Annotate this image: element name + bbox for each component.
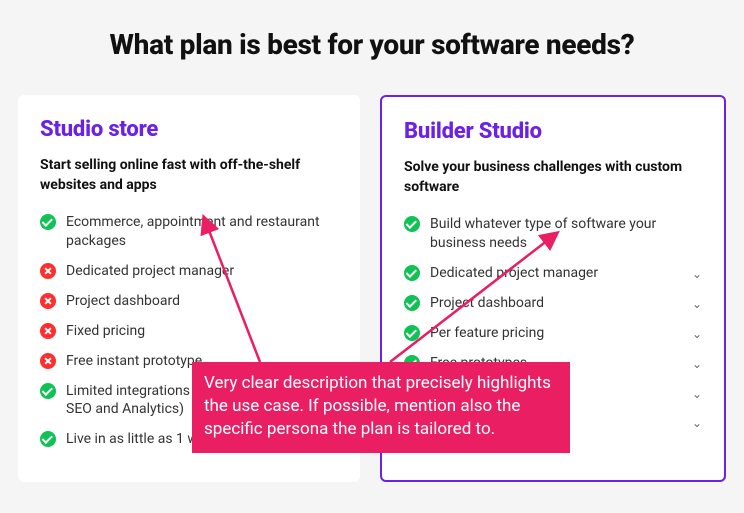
feature-item: Per feature pricing ⌄ bbox=[404, 324, 702, 343]
feature-label: Project dashboard bbox=[430, 294, 682, 313]
annotation-callout: Very clear description that precisely hi… bbox=[192, 362, 570, 453]
annotation-text: Very clear description that precisely hi… bbox=[204, 373, 551, 439]
feature-label: Per feature pricing bbox=[430, 324, 682, 343]
x-icon bbox=[40, 263, 56, 279]
feature-label: Dedicated project manager bbox=[66, 262, 338, 281]
feature-item: Ecommerce, appointment and restaurant pa… bbox=[40, 213, 338, 251]
chevron-down-icon[interactable]: ⌄ bbox=[692, 386, 702, 402]
feature-label: Fixed pricing bbox=[66, 322, 338, 341]
chevron-down-icon[interactable]: ⌄ bbox=[692, 326, 702, 342]
chevron-down-icon[interactable]: ⌄ bbox=[692, 296, 702, 312]
check-icon bbox=[404, 265, 420, 281]
feature-item: Project dashboard ⌄ bbox=[404, 294, 702, 313]
plan-subtitle: Start selling online fast with off-the-s… bbox=[40, 156, 338, 195]
chevron-down-icon[interactable]: ⌄ bbox=[692, 415, 702, 431]
feature-item: Project dashboard bbox=[40, 292, 338, 311]
page-title: What plan is best for your software need… bbox=[0, 28, 744, 61]
x-icon bbox=[40, 293, 56, 309]
feature-label: Ecommerce, appointment and restaurant pa… bbox=[66, 213, 338, 251]
plan-subtitle: Solve your business challenges with cust… bbox=[404, 158, 702, 197]
check-icon bbox=[404, 295, 420, 311]
header: What plan is best for your software need… bbox=[0, 0, 744, 95]
plan-title: Builder Studio bbox=[404, 119, 702, 144]
check-icon bbox=[40, 383, 56, 399]
feature-item: Fixed pricing bbox=[40, 322, 338, 341]
feature-item: Build whatever type of software your bus… bbox=[404, 215, 702, 253]
feature-label: Build whatever type of software your bus… bbox=[430, 215, 702, 253]
feature-item: Dedicated project manager bbox=[40, 262, 338, 281]
x-icon bbox=[40, 323, 56, 339]
plan-title: Studio store bbox=[40, 117, 338, 142]
check-icon bbox=[404, 325, 420, 341]
chevron-down-icon[interactable]: ⌄ bbox=[692, 266, 702, 282]
check-icon bbox=[404, 216, 420, 232]
feature-label: Project dashboard bbox=[66, 292, 338, 311]
chevron-down-icon[interactable]: ⌄ bbox=[692, 356, 702, 372]
check-icon bbox=[40, 431, 56, 447]
feature-item: Dedicated project manager ⌄ bbox=[404, 264, 702, 283]
x-icon bbox=[40, 353, 56, 369]
feature-label: Dedicated project manager bbox=[430, 264, 682, 283]
check-icon bbox=[40, 214, 56, 230]
